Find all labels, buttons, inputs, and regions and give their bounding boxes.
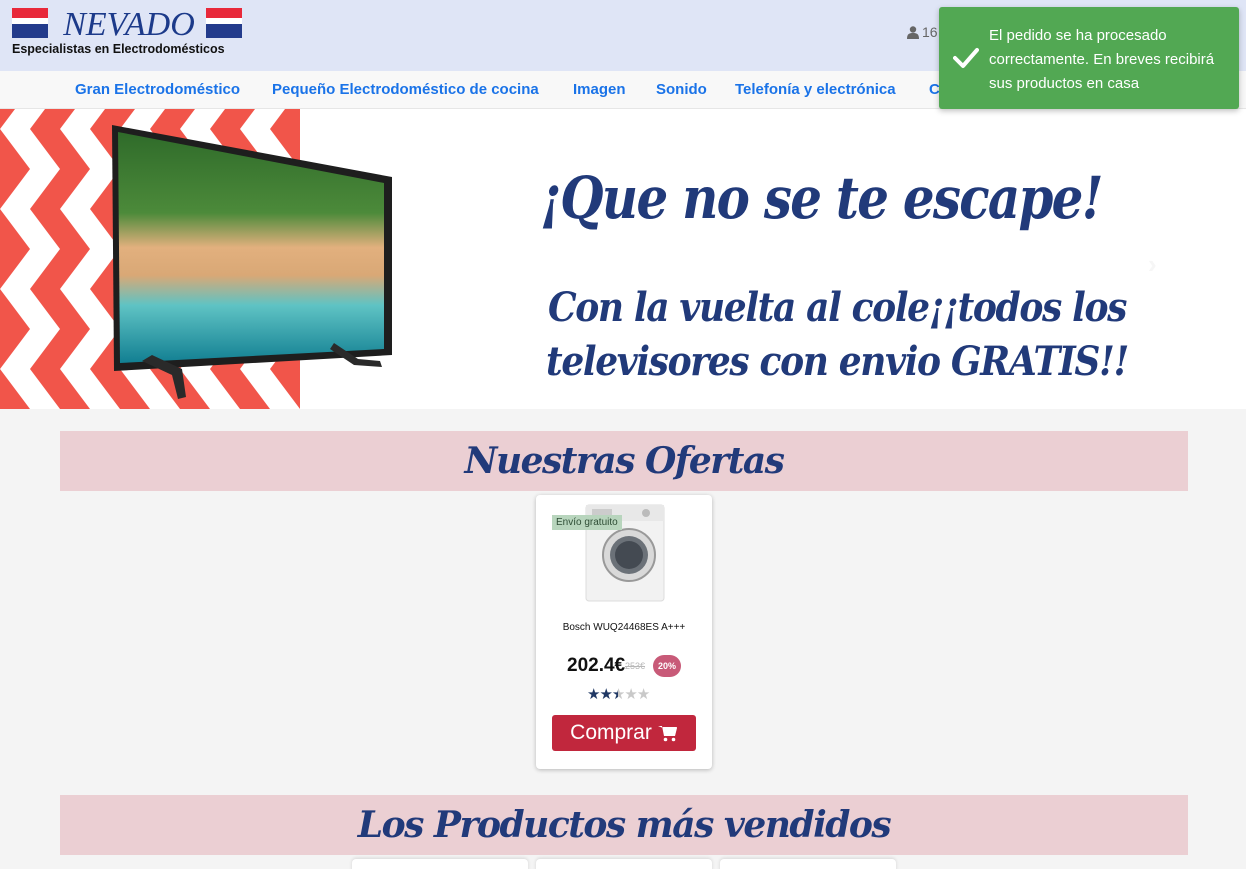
logo-brand: NEVADO — [63, 6, 195, 43]
check-icon — [953, 48, 979, 68]
logo-tagline: Especialistas en Electrodomésticos — [12, 42, 225, 56]
logo-flag-left — [12, 8, 48, 38]
tv-image — [112, 125, 392, 399]
nav-item-sonido[interactable]: Sonido — [656, 81, 707, 98]
bestseller-card[interactable] — [352, 859, 528, 869]
user-account[interactable]: 16 — [907, 24, 938, 40]
promo-carousel[interactable]: ¡Que no se te escape! Con la vuelta al c… — [0, 109, 1246, 409]
user-icon — [907, 25, 919, 39]
banner-subline-text: Con la vuelta al cole¡¡todos los televis… — [546, 284, 1129, 385]
carousel-indicator-3[interactable] — [645, 380, 675, 383]
product-name[interactable]: Bosch WUQ24468ES A+++ — [536, 622, 712, 633]
bestseller-card[interactable] — [720, 859, 896, 869]
banner-headline: ¡Que no se te escape! — [540, 164, 1104, 232]
rating-stars: ★★★★★ — [587, 685, 650, 703]
user-label: 16 — [922, 24, 938, 40]
bestseller-card[interactable] — [536, 859, 712, 869]
buy-button-label: Comprar — [570, 721, 652, 744]
free-shipping-badge: Envío gratuito — [552, 515, 622, 530]
star-empty-icon: ★ — [624, 686, 637, 703]
nav-item-gran-electrodomestico[interactable]: Gran Electrodoméstico — [75, 81, 240, 98]
half-star-icon: ★ — [611, 686, 625, 703]
buy-button[interactable]: Comprar — [552, 715, 696, 751]
carousel-indicator-2[interactable] — [609, 380, 639, 383]
site-logo[interactable]: NEVADO Especialistas en Electrodoméstico… — [12, 6, 244, 60]
star-icon: ★ — [599, 686, 612, 703]
nav-item-imagen[interactable]: Imagen — [573, 81, 626, 98]
success-toast[interactable]: El pedido se ha procesado correctamente.… — [939, 7, 1239, 109]
toast-message: El pedido se ha procesado correctamente.… — [989, 27, 1215, 92]
offers-title: Nuestras Ofertas — [60, 431, 1188, 491]
star-icon: ★ — [587, 686, 600, 703]
product-price: 202.4€ — [567, 655, 626, 676]
product-card[interactable]: Envío gratuito Bosch WUQ24468ES A+++ 202… — [536, 495, 712, 769]
nav-item-pequeno-electrodomestico[interactable]: Pequeño Electrodoméstico de cocina — [272, 81, 539, 98]
discount-badge: 20% — [653, 655, 681, 677]
nav-item-telefonia[interactable]: Telefonía y electrónica — [735, 81, 896, 98]
cart-icon — [657, 725, 677, 741]
logo-flag-right — [206, 8, 242, 38]
banner-subline: Con la vuelta al cole¡¡todos los televis… — [428, 281, 1246, 389]
star-empty-icon: ★ — [636, 686, 650, 703]
carousel-next-icon[interactable]: › — [1148, 249, 1157, 280]
product-old-price: 253€ — [625, 661, 646, 671]
bestsellers-title: Los Productos más vendidos — [60, 795, 1188, 855]
carousel-indicator-1[interactable] — [573, 380, 603, 383]
